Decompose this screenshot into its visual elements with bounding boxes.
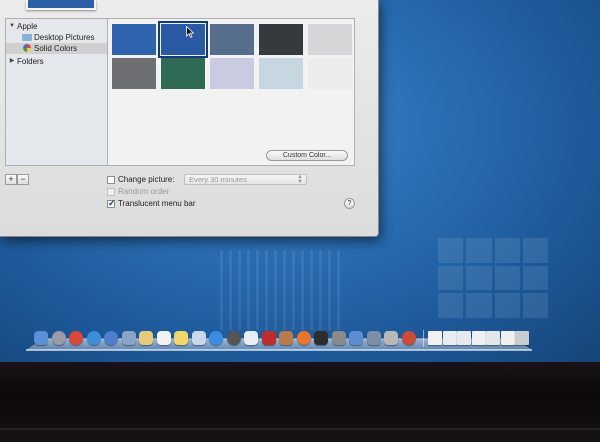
stickies-icon[interactable] — [174, 331, 188, 345]
color-swatch[interactable] — [259, 58, 303, 89]
sidebar-item-label: Solid Colors — [34, 44, 78, 53]
calendar-icon[interactable] — [156, 331, 171, 345]
random-order-checkbox[interactable] — [107, 188, 115, 196]
change-picture-checkbox[interactable] — [107, 176, 115, 184]
window-icon-5[interactable] — [500, 331, 515, 345]
change-picture-option[interactable]: Change picture: — [107, 175, 182, 185]
mail-icon[interactable] — [121, 331, 136, 345]
help-button[interactable]: ? — [344, 198, 355, 209]
change-picture-label: Change picture: — [118, 175, 175, 184]
chrome-icon[interactable] — [69, 331, 83, 345]
color-swatch[interactable] — [161, 58, 205, 89]
stepper-arrows-icon: ▲ ▼ — [297, 174, 303, 185]
dock-separator — [423, 330, 424, 347]
bezel-edge — [0, 428, 600, 430]
sidebar-item-desktop-pictures[interactable]: Desktop Pictures — [6, 32, 107, 43]
script-editor-icon[interactable] — [384, 331, 398, 345]
window-icon-1[interactable] — [442, 331, 457, 345]
dashboard-icon[interactable] — [401, 331, 416, 345]
screen-glare — [220, 250, 340, 330]
sidebar-item-label: Desktop Pictures — [34, 33, 95, 42]
interval-select[interactable]: Every 30 minutes ▲ ▼ — [184, 174, 307, 185]
launchpad-icon[interactable] — [51, 331, 66, 345]
sidebar-group-label: Apple — [17, 22, 38, 31]
translucent-menu-bar-option[interactable]: ✓ Translucent menu bar — [107, 198, 207, 209]
finder-icon[interactable] — [34, 331, 48, 345]
monitor-bezel — [0, 362, 600, 442]
firefox-icon[interactable] — [296, 331, 311, 345]
add-folder-button[interactable]: + — [5, 174, 17, 185]
camera-icon[interactable] — [226, 331, 241, 345]
itunes-icon[interactable] — [104, 331, 118, 345]
photobooth-icon[interactable] — [261, 331, 276, 345]
desktop-preferences-window: ▼ Apple Desktop Pictures Solid Colors ▶ … — [0, 0, 379, 237]
color-swatch[interactable] — [210, 58, 254, 89]
sidebar-group-folders[interactable]: ▶ Folders — [6, 56, 107, 67]
disclosure-closed-icon[interactable]: ▶ — [8, 56, 16, 67]
color-swatch[interactable] — [112, 58, 156, 89]
sidebar-group-label: Folders — [17, 57, 44, 66]
remove-folder-button[interactable]: − — [17, 174, 29, 185]
checkmark-icon: ✓ — [108, 198, 116, 208]
color-swatch[interactable] — [210, 24, 254, 55]
color-wheel-icon — [23, 44, 31, 52]
color-swatch-grid: Custom Color... — [108, 18, 355, 166]
app-store-icon[interactable] — [209, 331, 223, 345]
translucent-menu-bar-checkbox[interactable]: ✓ — [107, 198, 116, 208]
xcode-icon[interactable] — [349, 331, 363, 345]
color-swatch[interactable] — [259, 24, 303, 55]
color-swatch[interactable] — [112, 24, 156, 55]
preview-icon[interactable] — [191, 331, 206, 345]
window-icon-4[interactable] — [486, 331, 500, 345]
window-icon-2[interactable] — [457, 331, 471, 345]
window-icon-3[interactable] — [471, 331, 486, 345]
address-book-icon[interactable] — [279, 331, 293, 345]
safari-icon[interactable] — [86, 331, 101, 345]
interval-value: Every 30 minutes — [189, 175, 247, 184]
sidebar-group-apple[interactable]: ▼ Apple — [6, 21, 107, 32]
source-list: ▼ Apple Desktop Pictures Solid Colors ▶ … — [5, 18, 108, 166]
folder-icon — [22, 34, 32, 41]
document-icon[interactable] — [428, 331, 442, 345]
desktop-preview — [26, 0, 96, 10]
color-swatch[interactable] — [158, 21, 208, 58]
utilities-icon[interactable] — [366, 331, 381, 345]
window-reflection — [438, 238, 548, 318]
notes-icon[interactable] — [139, 331, 153, 345]
translucent-menu-bar-label: Translucent menu bar — [118, 199, 196, 208]
mouse-cursor-icon — [186, 26, 194, 38]
trash-icon[interactable] — [515, 331, 529, 345]
disclosure-open-icon[interactable]: ▼ — [8, 21, 16, 32]
random-order-option[interactable]: Random order — [107, 187, 187, 197]
custom-color-button[interactable]: Custom Color... — [266, 150, 348, 161]
sidebar-item-solid-colors[interactable]: Solid Colors — [6, 43, 107, 54]
color-swatch[interactable] — [308, 24, 352, 55]
dock-shelf-edge — [26, 349, 532, 351]
color-swatch[interactable] — [308, 58, 352, 89]
itunes-icon-2[interactable] — [244, 331, 258, 345]
activity-monitor-icon[interactable] — [314, 331, 328, 345]
system-preferences-icon[interactable] — [331, 331, 346, 345]
random-order-label: Random order — [118, 187, 170, 196]
